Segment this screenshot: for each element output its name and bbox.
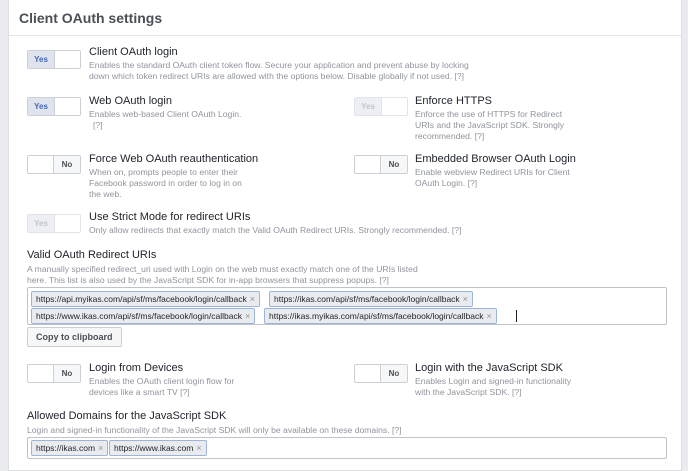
login-from-devices-toggle[interactable]: No — [27, 364, 81, 383]
desc-line: Enables Login and signed-in functionalit… — [415, 376, 572, 386]
embedded-browser-toggle[interactable]: No — [354, 155, 408, 174]
remove-token-icon[interactable]: × — [196, 443, 201, 453]
remove-token-icon[interactable]: × — [250, 294, 255, 304]
desc-line: Login and signed-in functionality of the… — [27, 425, 390, 435]
remove-token-icon[interactable]: × — [486, 311, 491, 321]
oauth-settings-card: Client OAuth settings Yes Client OAuth l… — [8, 0, 682, 471]
login-from-devices-title: Login from Devices — [89, 362, 184, 374]
web-oauth-login-toggle[interactable]: Yes — [27, 97, 81, 116]
desc-line: When on, prompts people to enter their — [89, 167, 239, 177]
desc-line: Enable webview Redirect URIs for Client — [415, 167, 570, 177]
token-text: https://ikas.myikas.com/api/sf/ms/facebo… — [269, 311, 484, 321]
desc-line: A manually specified redirect_uri used w… — [27, 264, 418, 274]
desc-line: Enables the OAuth client login flow for — [89, 376, 235, 386]
web-oauth-login-title: Web OAuth login — [89, 95, 172, 107]
force-reauth-desc: When on, prompts people to enter their F… — [89, 167, 242, 200]
uri-token: https://ikas.com/api/sf/ms/facebook/logi… — [269, 291, 473, 307]
login-js-sdk-title: Login with the JavaScript SDK — [415, 362, 563, 374]
desc-line: Facebook password in order to log in on — [89, 178, 242, 188]
page-title: Client OAuth settings — [19, 10, 163, 26]
redirect-uris-desc: A manually specified redirect_uri used w… — [27, 264, 418, 286]
help-link[interactable]: [?] — [468, 178, 478, 188]
client-oauth-login-desc: Enables the standard OAuth client token … — [89, 60, 469, 82]
toggle-label: No — [53, 365, 80, 382]
strict-mode-title: Use Strict Mode for redirect URIs — [89, 211, 251, 223]
domain-token: https://www.ikas.com × — [109, 440, 207, 456]
toggle-label: Yes — [28, 215, 55, 232]
toggle-label: No — [380, 365, 407, 382]
desc-line: Enables the standard OAuth client token … — [89, 60, 469, 70]
help-link[interactable]: [?] — [180, 387, 190, 397]
client-oauth-login-toggle[interactable]: Yes — [27, 50, 81, 69]
toggle-label: Yes — [355, 98, 382, 115]
text-caret — [516, 310, 517, 322]
remove-token-icon[interactable]: × — [245, 311, 250, 321]
allowed-domains-desc: Login and signed-in functionality of the… — [27, 425, 402, 436]
desc-line: Only allow redirects that exactly match … — [89, 225, 450, 235]
help-link[interactable]: [?] — [379, 275, 389, 285]
desc-line: with the JavaScript SDK. — [415, 387, 510, 397]
token-text: https://ikas.com — [36, 443, 96, 453]
token-text: https://ikas.com/api/sf/ms/facebook/logi… — [274, 294, 460, 304]
help-link[interactable]: [?] — [452, 225, 462, 235]
desc-line: here. This list is also used by the Java… — [27, 275, 377, 285]
desc-line: Enables web-based Client OAuth Login. — [89, 109, 242, 119]
strict-mode-toggle[interactable]: Yes — [27, 214, 81, 233]
force-reauth-title: Force Web OAuth reauthentication — [89, 153, 259, 165]
desc-line: down which token redirect URIs are allow… — [89, 71, 453, 81]
strict-mode-desc: Only allow redirects that exactly match … — [89, 225, 461, 236]
uri-token: https://www.ikas.com/api/sf/ms/facebook/… — [31, 308, 256, 324]
domain-token: https://ikas.com × — [31, 440, 109, 456]
toggle-label: Yes — [28, 98, 55, 115]
allowed-domains-label: Allowed Domains for the JavaScript SDK — [27, 410, 227, 422]
toggle-label: No — [53, 156, 80, 173]
copy-to-clipboard-button[interactable]: Copy to clipboard — [27, 327, 122, 347]
card-header: Client OAuth settings — [9, 0, 681, 36]
uri-token: https://api.myikas.com/api/sf/ms/faceboo… — [31, 291, 260, 307]
token-text: https://www.ikas.com/api/sf/ms/facebook/… — [36, 311, 242, 321]
remove-token-icon[interactable]: × — [463, 294, 468, 304]
force-reauth-toggle[interactable]: No — [27, 155, 81, 174]
desc-line: devices like a smart TV — [89, 387, 178, 397]
embedded-browser-desc: Enable webview Redirect URIs for Client … — [415, 167, 570, 189]
help-link[interactable]: [?] — [475, 131, 485, 141]
redirect-uris-label: Valid OAuth Redirect URIs — [27, 249, 157, 261]
desc-line: the web. — [89, 189, 122, 199]
client-oauth-login-title: Client OAuth login — [89, 46, 178, 58]
desc-line: recommended. — [415, 131, 473, 141]
toggle-label: No — [380, 156, 407, 173]
desc-line: Enforce the use of HTTPS for Redirect — [415, 109, 563, 119]
uri-token: https://ikas.myikas.com/api/sf/ms/facebo… — [264, 308, 497, 324]
login-js-sdk-desc: Enables Login and signed-in functionalit… — [415, 376, 571, 398]
toggle-label: Yes — [28, 51, 55, 68]
embedded-browser-title: Embedded Browser OAuth Login — [415, 153, 576, 165]
enforce-https-desc: Enforce the use of HTTPS for Redirect UR… — [415, 109, 564, 142]
allowed-domains-input[interactable]: https://ikas.com × https://www.ikas.com × — [27, 437, 667, 459]
enforce-https-toggle[interactable]: Yes — [354, 97, 408, 116]
token-text: https://www.ikas.com — [114, 443, 194, 453]
help-link[interactable]: [?] — [512, 387, 522, 397]
desc-line: OAuth Login. — [415, 178, 466, 188]
desc-line: URIs and the JavaScript SDK. Strongly — [415, 120, 565, 130]
web-oauth-login-desc: Enables web-based Client OAuth Login. [?… — [89, 109, 241, 131]
token-text: https://api.myikas.com/api/sf/ms/faceboo… — [36, 294, 247, 304]
remove-token-icon[interactable]: × — [98, 443, 103, 453]
help-link[interactable]: [?] — [454, 71, 464, 81]
help-link[interactable]: [?] — [392, 425, 402, 435]
login-js-sdk-toggle[interactable]: No — [354, 364, 408, 383]
login-from-devices-desc: Enables the OAuth client login flow for … — [89, 376, 234, 398]
redirect-uris-input[interactable]: https://api.myikas.com/api/sf/ms/faceboo… — [27, 287, 667, 325]
enforce-https-title: Enforce HTTPS — [415, 95, 493, 107]
help-link[interactable]: [?] — [93, 120, 103, 130]
